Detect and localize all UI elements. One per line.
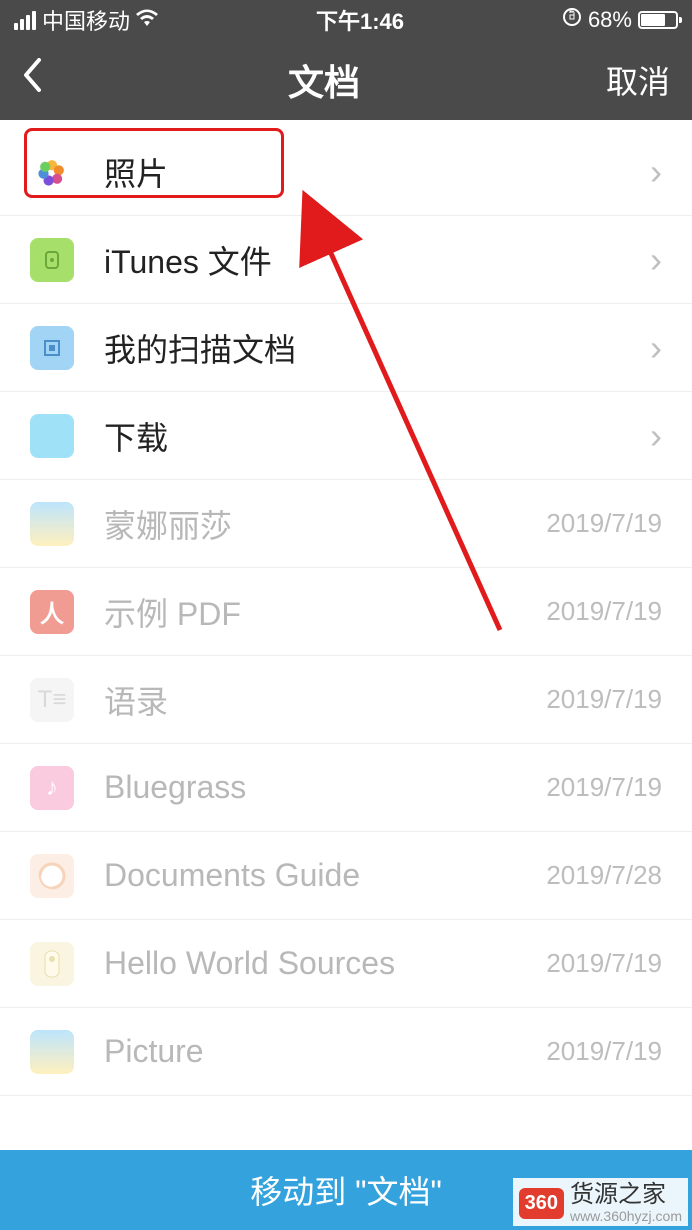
status-time: 下午1:46: [316, 4, 404, 36]
file-label: 语录: [104, 677, 546, 723]
watermark-logo: 360: [519, 1188, 564, 1219]
file-date: 2019/7/19: [546, 508, 662, 539]
file-label: Hello World Sources: [104, 945, 546, 982]
wifi-icon: [136, 7, 158, 33]
chevron-right-icon: ›: [650, 239, 662, 281]
folder-green-icon: [30, 238, 74, 282]
file-date: 2019/7/28: [546, 860, 662, 891]
file-row: T≡ 语录 2019/7/19: [0, 656, 692, 744]
watermark-url: www.360hyzj.com: [570, 1209, 682, 1224]
file-row: Hello World Sources 2019/7/19: [0, 920, 692, 1008]
chevron-right-icon: ›: [650, 151, 662, 193]
chevron-right-icon: ›: [650, 327, 662, 369]
folder-row-itunes[interactable]: iTunes 文件 ›: [0, 216, 692, 304]
file-row: 人 示例 PDF 2019/7/19: [0, 568, 692, 656]
file-label: 示例 PDF: [104, 589, 546, 635]
file-label: Picture: [104, 1033, 546, 1070]
folder-label: iTunes 文件: [104, 237, 642, 283]
folder-row-downloads[interactable]: 下载 ›: [0, 392, 692, 480]
file-list: 照片 › iTunes 文件 › 我的扫描文档 › 下载 › 蒙娜丽莎 2019…: [0, 128, 692, 1096]
file-label: 蒙娜丽莎: [104, 501, 546, 547]
signal-icon: [14, 11, 36, 30]
file-date: 2019/7/19: [546, 772, 662, 803]
file-date: 2019/7/19: [546, 596, 662, 627]
move-action-label: 移动到 "文档": [250, 1167, 442, 1213]
pdf-file-icon: 人: [30, 590, 74, 634]
folder-cyan-icon: [30, 414, 74, 458]
folder-row-photos[interactable]: 照片 ›: [0, 128, 692, 216]
nav-bar: 文档 取消: [0, 40, 692, 120]
status-left: 中国移动: [14, 4, 158, 36]
image-file-icon: [30, 1030, 74, 1074]
folder-label: 照片: [104, 149, 642, 195]
page-title: 文档: [288, 54, 360, 106]
chevron-right-icon: ›: [650, 415, 662, 457]
folder-blue-icon: [30, 326, 74, 370]
folder-label: 我的扫描文档: [104, 325, 642, 371]
carrier-label: 中国移动: [42, 4, 130, 36]
file-row: ♪ Bluegrass 2019/7/19: [0, 744, 692, 832]
watermark: 360 货源之家 www.360hyzj.com: [513, 1178, 688, 1226]
lock-rotation-icon: [562, 7, 582, 33]
file-row: Documents Guide 2019/7/28: [0, 832, 692, 920]
cancel-button[interactable]: 取消: [606, 57, 670, 103]
battery-percent: 68%: [588, 7, 632, 33]
back-icon[interactable]: [22, 58, 42, 102]
image-file-icon: [30, 502, 74, 546]
file-row: Picture 2019/7/19: [0, 1008, 692, 1096]
watermark-name: 货源之家: [570, 1182, 682, 1208]
file-date: 2019/7/19: [546, 948, 662, 979]
folder-label: 下载: [104, 413, 642, 459]
photos-icon: [30, 150, 74, 194]
file-date: 2019/7/19: [546, 684, 662, 715]
file-label: Bluegrass: [104, 769, 546, 806]
file-label: Documents Guide: [104, 857, 546, 894]
archive-file-icon: [30, 942, 74, 986]
battery-icon: [638, 11, 678, 29]
folder-row-scans[interactable]: 我的扫描文档 ›: [0, 304, 692, 392]
status-right: 68%: [562, 7, 678, 33]
status-bar: 中国移动 下午1:46 68%: [0, 0, 692, 40]
guide-file-icon: [30, 854, 74, 898]
music-file-icon: ♪: [30, 766, 74, 810]
file-date: 2019/7/19: [546, 1036, 662, 1067]
file-row: 蒙娜丽莎 2019/7/19: [0, 480, 692, 568]
txt-file-icon: T≡: [30, 678, 74, 722]
